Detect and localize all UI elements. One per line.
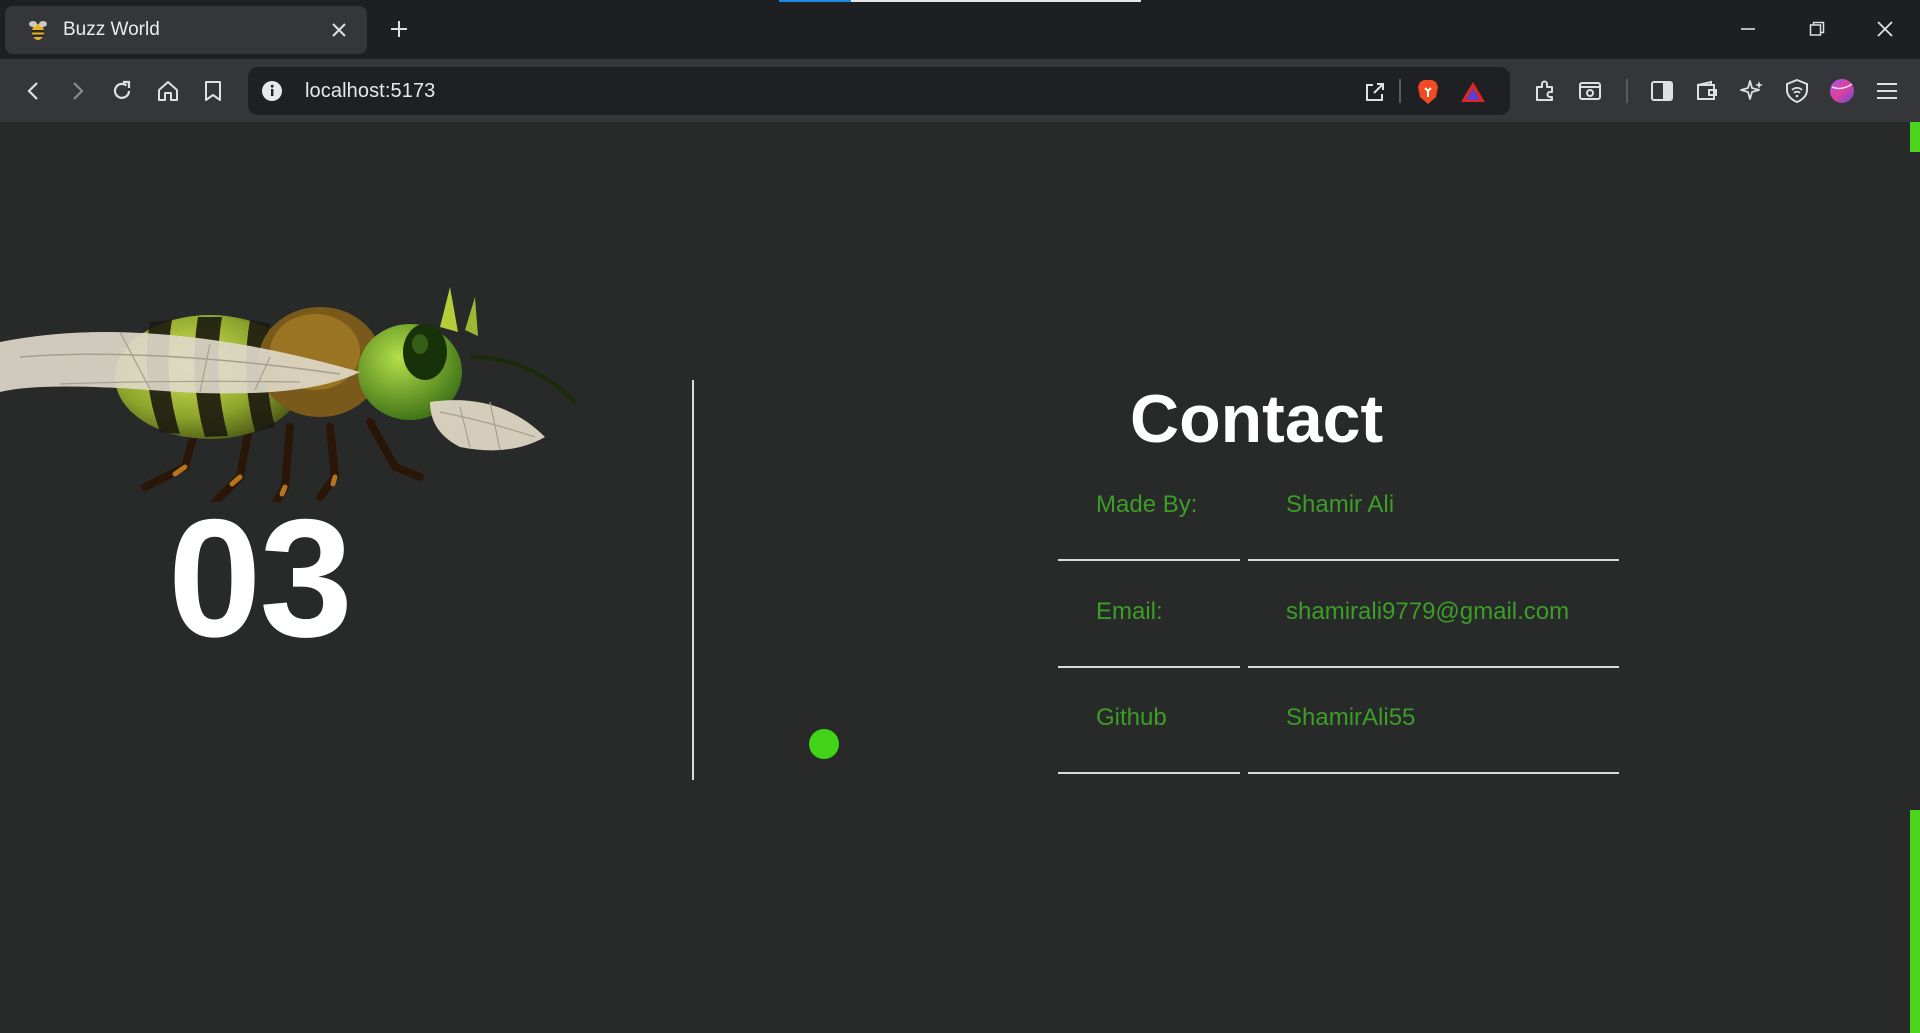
close-tab-icon[interactable]: [325, 16, 353, 44]
close-window-icon[interactable]: [1860, 8, 1910, 50]
extensions-icon[interactable]: [1528, 74, 1562, 108]
screenshot-icon[interactable]: [1573, 74, 1607, 108]
contact-value-github[interactable]: ShamirAli55: [1286, 704, 1415, 732]
page-load-progress: [779, 0, 1141, 2]
contact-value: Shamir Ali: [1286, 491, 1395, 518]
contact-label: Github: [1096, 704, 1167, 731]
share-icon[interactable]: [1360, 77, 1390, 107]
forward-icon[interactable]: [60, 74, 94, 108]
contact-title: Contact: [1130, 381, 1384, 457]
contact-label: Made By:: [1096, 491, 1198, 518]
url-text: localhost:5173: [305, 80, 436, 102]
row-underline: [1248, 772, 1619, 774]
back-icon[interactable]: [17, 74, 51, 108]
leo-ai-icon[interactable]: [1735, 74, 1769, 108]
address-bar[interactable]: localhost:5173: [248, 67, 1510, 115]
contact-label: Email:: [1096, 598, 1163, 625]
bee-icon: [27, 19, 49, 41]
browser-window: Buzz World localhost:5173 03 Contact Mad…: [0, 0, 1920, 1033]
toolbar-separator: [1626, 79, 1628, 103]
bookmark-icon[interactable]: [196, 74, 230, 108]
contact-row-email: Email: shamirali9779@gmail.com: [1058, 562, 1619, 668]
scroll-indicator-top: [1910, 122, 1920, 152]
row-underline: [1248, 559, 1619, 561]
vertical-divider: [692, 380, 694, 780]
cursor-dot: [809, 729, 839, 759]
wallet-icon[interactable]: [1690, 74, 1724, 108]
tab-title: Buzz World: [63, 19, 160, 40]
restore-icon[interactable]: [1792, 8, 1842, 50]
row-underline: [1058, 559, 1240, 561]
page-content: 03 Contact Made By: Shamir Ali Email: sh…: [0, 122, 1920, 1033]
section-number: 03: [168, 484, 353, 672]
omnibox-separator: [1399, 79, 1401, 103]
row-underline: [1058, 772, 1240, 774]
tab-strip: Buzz World: [0, 0, 1920, 59]
sidebar-icon[interactable]: [1645, 74, 1679, 108]
bee-3d-model: [0, 287, 577, 502]
contact-row-github: Github ShamirAli55: [1058, 668, 1619, 774]
vpn-icon[interactable]: [1780, 74, 1814, 108]
site-info-icon[interactable]: [261, 80, 283, 102]
scroll-indicator[interactable]: [1910, 810, 1920, 1033]
menu-icon[interactable]: [1870, 74, 1904, 108]
brave-rewards-icon[interactable]: [1458, 77, 1488, 107]
reload-icon[interactable]: [105, 74, 139, 108]
contact-value-email[interactable]: shamirali9779@gmail.com: [1286, 598, 1569, 626]
page-load-progress-fill: [779, 0, 852, 2]
new-tab-icon[interactable]: [384, 14, 414, 44]
home-icon[interactable]: [151, 74, 185, 108]
minimize-icon[interactable]: [1723, 8, 1773, 50]
profile-icon[interactable]: [1825, 74, 1859, 108]
brave-shields-icon[interactable]: [1413, 77, 1443, 107]
browser-toolbar: localhost:5173: [0, 59, 1920, 122]
contact-row-made-by: Made By: Shamir Ali: [1058, 455, 1619, 561]
tab-buzz-world[interactable]: Buzz World: [5, 6, 367, 54]
